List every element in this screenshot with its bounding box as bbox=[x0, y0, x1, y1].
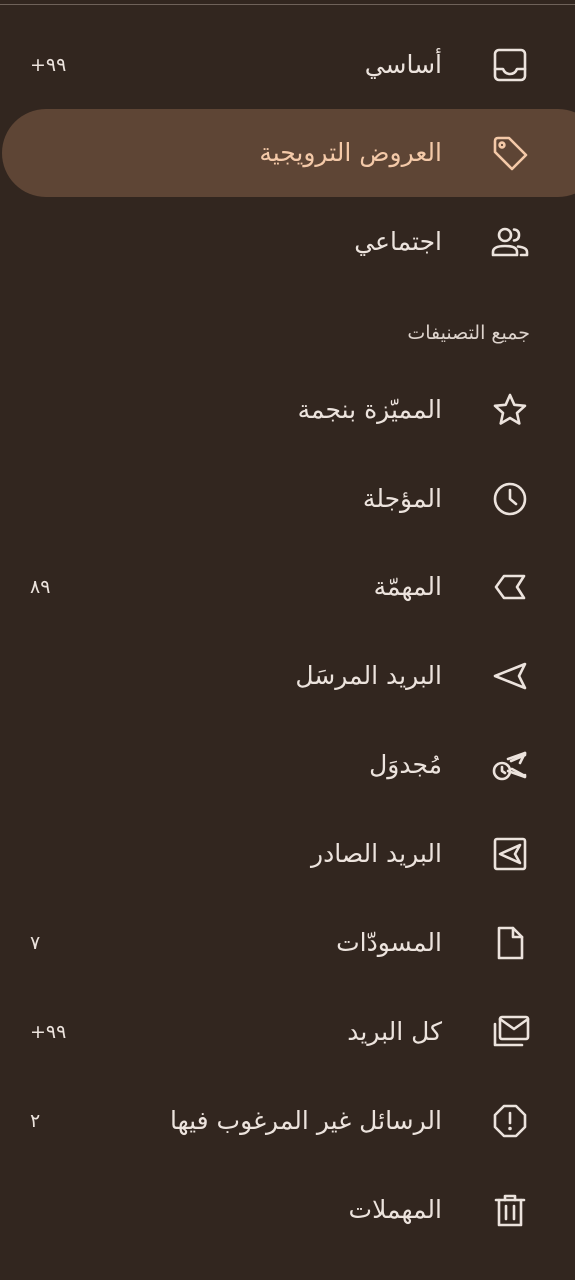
nav-item-promotions[interactable]: العروض الترويجية bbox=[0, 109, 575, 197]
send-icon bbox=[490, 656, 530, 696]
unread-count: ۸۹ bbox=[30, 576, 51, 598]
scheduled-send-icon bbox=[490, 745, 530, 785]
star-icon bbox=[490, 390, 530, 430]
nav-item-snoozed[interactable]: المؤجلة bbox=[0, 455, 575, 543]
spam-icon bbox=[490, 1101, 530, 1141]
nav-item-label: المؤجلة bbox=[362, 484, 442, 513]
all-mail-icon bbox=[490, 1012, 530, 1052]
nav-item-all-mail[interactable]: كل البريد +۹۹ bbox=[0, 988, 575, 1076]
tag-icon bbox=[490, 133, 530, 173]
nav-item-primary[interactable]: أساسي +۹۹ bbox=[0, 21, 575, 109]
nav-item-label: المميّزة بنجمة bbox=[297, 395, 442, 424]
nav-item-spam[interactable]: الرسائل غير المرغوب فيها ۲ bbox=[0, 1077, 575, 1165]
nav-item-social[interactable]: اجتماعي bbox=[0, 198, 575, 286]
nav-item-starred[interactable]: المميّزة بنجمة bbox=[0, 366, 575, 454]
nav-item-label: الرسائل غير المرغوب فيها bbox=[169, 1106, 442, 1135]
nav-item-label: المهمّة bbox=[373, 572, 442, 601]
clock-icon bbox=[490, 479, 530, 519]
nav-item-trash[interactable]: المهملات bbox=[0, 1166, 575, 1254]
nav-item-label: مُجدوَل bbox=[369, 750, 442, 779]
nav-item-drafts[interactable]: المسودّات ۷ bbox=[0, 899, 575, 987]
nav-item-label: اجتماعي bbox=[354, 227, 442, 256]
section-header-all-labels: جميع التصنيفات bbox=[407, 322, 530, 344]
nav-item-label: المسودّات bbox=[336, 928, 442, 957]
nav-item-label: أساسي bbox=[364, 50, 442, 79]
draft-icon bbox=[490, 923, 530, 963]
trash-icon bbox=[490, 1190, 530, 1230]
nav-item-label: المهملات bbox=[348, 1195, 442, 1224]
important-icon bbox=[490, 567, 530, 607]
inbox-icon bbox=[490, 45, 530, 85]
navigation-drawer: أساسي +۹۹ العروض الترويجية اجتماعي جميع … bbox=[0, 0, 575, 1280]
nav-item-important[interactable]: المهمّة ۸۹ bbox=[0, 543, 575, 631]
people-icon bbox=[490, 222, 530, 262]
outbox-icon bbox=[490, 834, 530, 874]
nav-item-sent[interactable]: البريد المرسَل bbox=[0, 632, 575, 720]
nav-item-outbox[interactable]: البريد الصادر bbox=[0, 810, 575, 898]
unread-count: ۷ bbox=[30, 932, 41, 954]
nav-item-label: البريد الصادر bbox=[311, 839, 442, 868]
unread-count: +۹۹ bbox=[30, 54, 67, 76]
nav-item-scheduled[interactable]: مُجدوَل bbox=[0, 721, 575, 809]
unread-count: ۲ bbox=[30, 1110, 41, 1132]
unread-count: +۹۹ bbox=[30, 1021, 67, 1043]
nav-item-label: كل البريد bbox=[347, 1017, 442, 1046]
nav-item-label: العروض الترويجية bbox=[259, 138, 442, 167]
nav-item-label: البريد المرسَل bbox=[295, 661, 442, 690]
